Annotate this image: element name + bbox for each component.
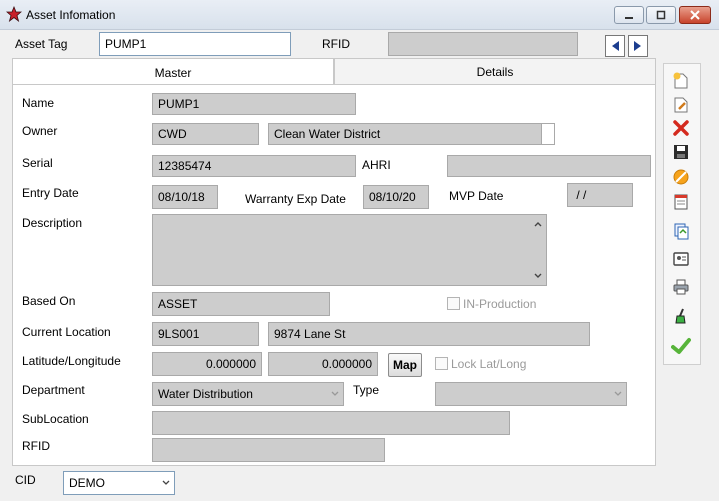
scroll-down-button[interactable] <box>530 268 546 284</box>
latitude-field[interactable]: 0.000000 <box>152 352 262 376</box>
tab-master[interactable]: Master <box>12 58 334 86</box>
tab-master-label: Master <box>154 65 192 80</box>
checkmark-icon <box>671 338 691 354</box>
notes-icon <box>674 194 688 210</box>
cancel-circle-icon <box>673 169 689 185</box>
name-field[interactable]: PUMP1 <box>152 93 356 115</box>
new-record-button[interactable] <box>669 70 693 92</box>
ahri-label: AHRI <box>362 158 391 172</box>
close-icon <box>690 10 700 20</box>
close-button[interactable] <box>679 6 711 24</box>
previous-record-button[interactable] <box>605 35 625 57</box>
rfid-label: RFID <box>322 37 350 51</box>
tab-details[interactable]: Details <box>334 58 656 85</box>
notes-button[interactable] <box>669 191 693 213</box>
delete-x-icon <box>673 120 689 136</box>
type-select[interactable] <box>435 382 627 406</box>
window-title: Asset Infomation <box>26 8 116 22</box>
rfid-header-field[interactable] <box>388 32 578 56</box>
mvp-date-label: MVP Date <box>449 189 504 203</box>
department-label: Department <box>22 383 85 397</box>
owner-code-field[interactable]: CWD <box>152 123 259 145</box>
owner-label: Owner <box>22 124 58 138</box>
latlong-label: Latitude/Longitude <box>22 354 121 368</box>
printer-icon <box>673 279 689 295</box>
warranty-exp-field[interactable]: 08/10/20 <box>363 185 429 209</box>
arrow-left-icon <box>612 41 619 51</box>
clear-button[interactable] <box>669 305 693 327</box>
save-record-button[interactable] <box>669 141 693 163</box>
print-button[interactable] <box>669 276 693 298</box>
edit-document-icon <box>674 97 688 113</box>
type-label: Type <box>353 383 380 397</box>
in-production-label: IN-Production <box>463 297 537 311</box>
map-button[interactable]: Map <box>388 353 422 377</box>
in-production-checkbox[interactable] <box>447 297 460 310</box>
app-star-icon <box>6 6 22 22</box>
location-code-field[interactable]: 9LS001 <box>152 322 259 346</box>
save-disk-icon <box>674 145 688 159</box>
lock-latlong-label: Lock Lat/Long <box>451 357 527 371</box>
cid-select[interactable]: DEMO <box>63 471 175 495</box>
mvp-date-field[interactable]: / / <box>567 183 633 207</box>
id-card-icon <box>673 252 689 266</box>
entry-date-label: Entry Date <box>22 186 79 200</box>
broom-icon <box>675 308 686 324</box>
attachment-button[interactable] <box>669 248 693 270</box>
sublocation-label: SubLocation <box>22 412 89 426</box>
current-location-label: Current Location <box>22 325 111 339</box>
next-record-button[interactable] <box>628 35 648 57</box>
title-bar: Asset Infomation <box>0 0 719 30</box>
sublocation-field[interactable] <box>152 411 510 435</box>
department-value: Water Distribution <box>158 387 253 401</box>
serial-label: Serial <box>22 156 53 170</box>
cid-label: CID <box>15 473 36 487</box>
delete-record-button[interactable] <box>669 117 693 139</box>
maximize-button[interactable] <box>646 6 676 24</box>
scroll-up-button[interactable] <box>530 216 546 232</box>
copy-record-button[interactable] <box>669 220 693 242</box>
minimize-icon <box>625 17 633 19</box>
ahri-field[interactable] <box>447 155 651 177</box>
accept-button[interactable] <box>669 335 693 357</box>
chevron-down-icon <box>534 273 542 278</box>
rfid-form-label: RFID <box>22 439 50 453</box>
serial-field[interactable]: 12385474 <box>152 155 356 177</box>
asset-tag-input[interactable]: PUMP1 <box>99 32 291 56</box>
based-on-label: Based On <box>22 294 76 308</box>
rfid-form-field[interactable] <box>152 438 385 462</box>
location-address-field[interactable]: 9874 Lane St <box>268 322 590 346</box>
arrow-right-icon <box>634 41 641 51</box>
name-label: Name <box>22 96 55 110</box>
based-on-field[interactable]: ASSET <box>152 292 330 316</box>
cancel-record-button[interactable] <box>669 166 693 188</box>
new-document-icon <box>673 72 688 89</box>
edit-record-button[interactable] <box>669 94 693 116</box>
department-select[interactable]: Water Distribution <box>152 382 344 406</box>
copy-document-icon <box>674 223 689 240</box>
longitude-field[interactable]: 0.000000 <box>268 352 378 376</box>
chevron-down-icon <box>614 391 622 396</box>
description-textarea[interactable] <box>152 214 547 286</box>
minimize-button[interactable] <box>614 6 644 24</box>
lock-latlong-checkbox[interactable] <box>435 357 448 370</box>
owner-name-field-end <box>542 123 555 145</box>
chevron-up-icon <box>534 222 542 227</box>
chevron-down-icon <box>331 391 339 396</box>
entry-date-field[interactable]: 08/10/18 <box>152 185 218 209</box>
cid-value: DEMO <box>69 476 105 490</box>
asset-tag-label: Asset Tag <box>15 37 68 51</box>
restore-icon <box>656 10 666 20</box>
chevron-down-icon <box>162 480 170 485</box>
tab-details-label: Details <box>476 64 514 79</box>
owner-name-field[interactable]: Clean Water District <box>268 123 542 145</box>
warranty-exp-label: Warranty Exp Date <box>245 192 346 206</box>
description-label: Description <box>22 216 83 230</box>
